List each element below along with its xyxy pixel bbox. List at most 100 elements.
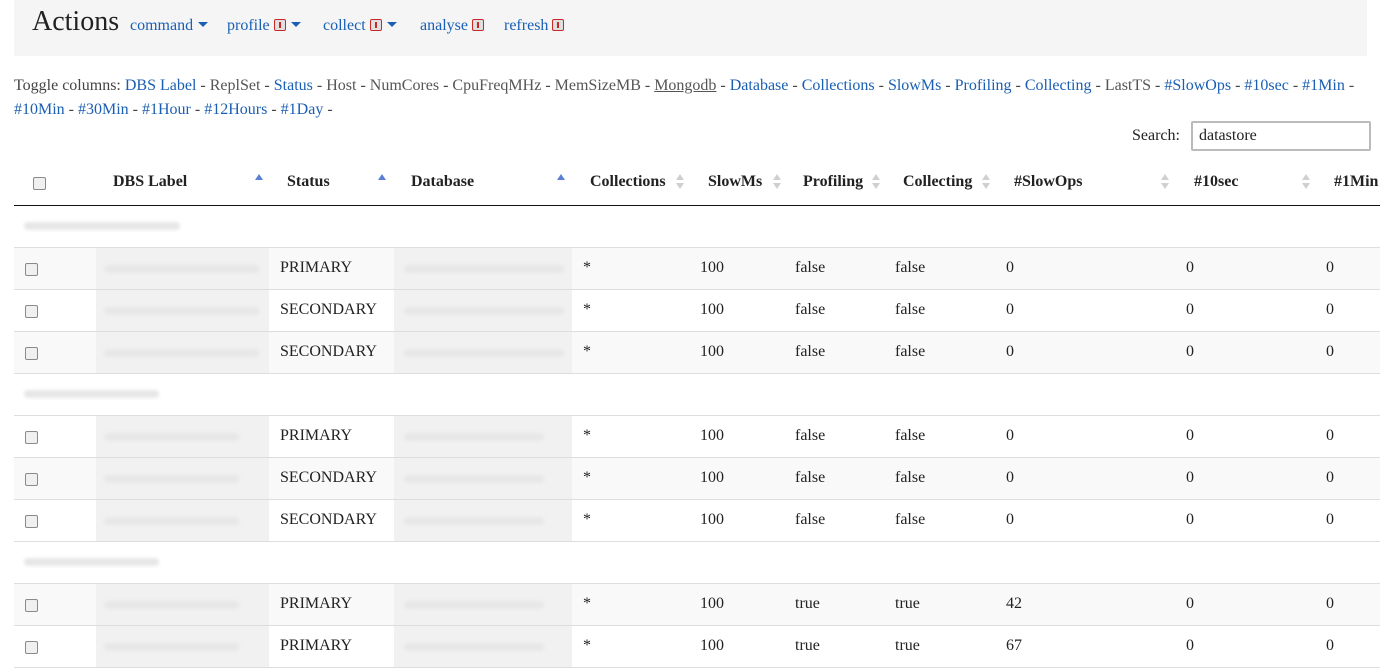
table-row[interactable]: SECONDARY * 100 false false 0 0 0 [14,332,1380,374]
table-header: DBS Label Status Database Collections SlowMs… [14,160,1380,206]
table-row[interactable]: SECONDARY * 100 false false 0 0 0 [14,458,1380,500]
sort-icon[interactable] [1302,174,1310,190]
table-row[interactable]: PRIMARY * 100 true true 67 0 0 [14,626,1380,668]
cell-profiling: false [795,301,826,318]
select-all-checkbox[interactable] [33,177,46,190]
table-row[interactable]: SECONDARY * 100 false false 0 0 0 [14,500,1380,542]
column-header-dbs-label[interactable]: DBS Label [113,173,187,191]
sort-icon[interactable] [1161,174,1169,190]
toggle-column-30min[interactable]: #30Min [78,101,129,118]
table-row[interactable]: PRIMARY * 100 false false 0 0 0 [14,416,1380,458]
toggle-column-12hours[interactable]: #12Hours [204,101,267,118]
toggle-column-mongodb[interactable]: Mongodb [654,77,716,94]
sort-icon[interactable] [255,174,263,190]
row-checkbox[interactable] [25,473,38,486]
cell-profiling: false [795,469,826,486]
toggle-column-collecting[interactable]: Collecting [1025,77,1092,94]
cell-profiling: true [795,595,820,612]
sort-icon[interactable] [982,174,990,190]
toggle-column-database[interactable]: Database [730,77,789,94]
group-row[interactable] [14,542,1380,584]
column-header-1min[interactable]: #1Min [1334,173,1378,191]
toggle-column-profiling[interactable]: Profiling [955,77,1012,94]
cell-slowms: 100 [700,595,724,612]
toggle-column-slowops[interactable]: #SlowOps [1164,77,1231,94]
toggle-column-replset[interactable]: ReplSet [210,77,261,94]
row-checkbox[interactable] [25,515,38,528]
cell-status: PRIMARY [280,259,353,276]
row-checkbox[interactable] [25,431,38,444]
toggle-column-lastts[interactable]: LastTS [1105,77,1151,94]
toggle-column-1hour[interactable]: #1Hour [142,101,191,118]
cell-slowms: 100 [700,343,724,360]
column-header-database[interactable]: Database [411,173,474,191]
cell-min1: 0 [1326,595,1334,612]
toggle-column-collections[interactable]: Collections [802,77,875,94]
column-header-status[interactable]: Status [287,173,330,191]
info-icon[interactable] [471,19,484,31]
info-icon[interactable] [369,19,382,31]
menu-profile[interactable]: profile [227,17,301,35]
column-header-slowms[interactable]: SlowMs [708,173,762,191]
column-header-profiling[interactable]: Profiling [803,173,863,191]
column-header-collecting[interactable]: Collecting [903,173,972,191]
toggle-column-1day[interactable]: #1Day [281,101,324,118]
info-icon[interactable] [273,19,286,31]
sort-icon[interactable] [378,174,386,190]
table-row[interactable]: PRIMARY * 100 true true 42 0 0 [14,584,1380,626]
toggle-column-status[interactable]: Status [274,77,313,94]
table-row[interactable]: PRIMARY * 100 false false 0 0 0 [14,248,1380,290]
cell-min1: 0 [1326,469,1334,486]
menu-refresh[interactable]: refresh [504,17,565,35]
menu-command[interactable]: command [130,17,209,35]
cell-profiling: false [795,427,826,444]
toggle-column-slowms[interactable]: SlowMs [888,77,941,94]
row-checkbox[interactable] [25,641,38,654]
menu-label: collect [323,17,366,34]
group-row[interactable] [14,374,1380,416]
cell-min1: 0 [1326,511,1334,528]
cell-collections: * [583,637,591,654]
menu-collect[interactable]: collect [323,17,397,35]
row-checkbox[interactable] [25,347,38,360]
column-header-slowops[interactable]: #SlowOps [1014,173,1082,191]
column-header-collections[interactable]: Collections [590,173,666,191]
cell-collections: * [583,511,591,528]
column-header-10sec[interactable]: #10sec [1194,173,1238,191]
menu-label: profile [227,17,270,34]
toggle-column-numcores[interactable]: NumCores [370,77,439,94]
caret-down-icon [290,22,301,27]
cell-slowms: 100 [700,259,724,276]
toggle-column-10min[interactable]: #10Min [14,101,65,118]
toggle-column-10sec[interactable]: #10sec [1244,77,1288,94]
row-checkbox[interactable] [25,263,38,276]
menu-analyse[interactable]: analyse [420,17,484,35]
cell-slowops: 42 [1006,595,1022,612]
group-row[interactable] [14,206,1380,248]
cell-collecting: true [895,595,920,612]
menu-label: refresh [504,17,549,34]
search-label: Search: [1132,127,1180,144]
cell-slowms: 100 [700,637,724,654]
sort-icon[interactable] [773,174,781,190]
table-row[interactable]: SECONDARY * 100 false false 0 0 0 [14,290,1380,332]
row-checkbox[interactable] [25,305,38,318]
toggle-column-host[interactable]: Host [326,77,356,94]
toggle-column-cpufreqmhz[interactable]: CpuFreqMHz [452,77,541,94]
cell-sec10: 0 [1186,259,1194,276]
info-icon[interactable] [552,19,565,31]
cell-min1: 0 [1326,259,1334,276]
cell-slowms: 100 [700,427,724,444]
cell-slowops: 0 [1006,343,1014,360]
toggle-column-1min[interactable]: #1Min [1302,77,1345,94]
cell-min1: 0 [1326,637,1334,654]
toggle-separator: - [874,77,888,94]
sort-icon[interactable] [676,174,684,190]
row-checkbox[interactable] [25,599,38,612]
sort-icon[interactable] [557,174,565,190]
toggle-column-memsizemb[interactable]: MemSizeMB [555,77,641,94]
blurred-database-name [404,475,544,483]
sort-icon[interactable] [872,174,880,190]
toggle-column-dbs-label[interactable]: DBS Label [125,77,197,94]
search-input[interactable] [1191,121,1371,151]
